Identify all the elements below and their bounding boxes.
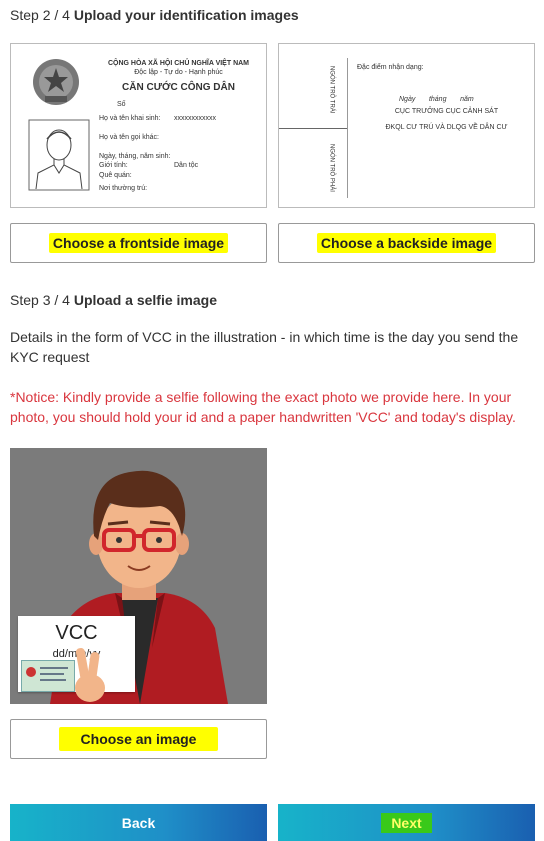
next-button-label: Next	[381, 812, 432, 833]
back-button[interactable]: Back	[10, 804, 267, 841]
vcc-sign-main: VCC	[55, 622, 98, 644]
front-dob: Ngày, tháng, năm sinh:	[99, 153, 171, 160]
portrait-sketch-icon	[28, 119, 90, 191]
choose-frontside-button[interactable]: Choose a frontside image	[10, 223, 267, 263]
finger-label-2: NGÓN TRỎ PHẢI	[328, 144, 335, 192]
national-emblem-icon	[33, 59, 79, 105]
finger-label-1: NGÓN TRỎ TRÁI	[328, 66, 335, 114]
selfie-illustration: VCC dd/mm/yy	[10, 448, 267, 704]
front-so: Số	[117, 101, 126, 108]
step3-prefix: Step 3 / 4	[10, 292, 70, 308]
back-authority1: CỤC TRƯỞNG CỤC CẢNH SÁT	[394, 108, 499, 115]
step2-title: Upload your identification images	[73, 7, 299, 23]
step3-heading: Step 3 / 4 Upload a selfie image	[10, 292, 217, 308]
front-residence: Nơi thường trú:	[99, 185, 148, 192]
holding-hand-icon	[75, 648, 105, 702]
back-vertical-divider	[347, 58, 348, 198]
choose-selfie-label: Choose an image	[58, 727, 219, 751]
notice-text: *Notice: Kindly provide a selfie followi…	[10, 389, 516, 425]
back-date-line: Ngày tháng năm	[399, 96, 474, 103]
front-id-sample: CỘNG HÒA XÃ HỘI CHỦ NGHĨA VIỆT NAM Độc l…	[10, 43, 267, 208]
front-card-title: CĂN CƯỚC CÔNG DÂN	[122, 82, 235, 93]
choose-backside-label: Choose a backside image	[316, 233, 497, 253]
fingerprint-divider	[279, 128, 347, 129]
step2-prefix: Step 2 / 4	[10, 7, 70, 23]
next-button[interactable]: Next	[278, 804, 535, 841]
choose-selfie-button[interactable]: Choose an image	[10, 719, 267, 759]
choose-frontside-label: Choose a frontside image	[48, 233, 229, 253]
back-id-sample: NGÓN TRỎ TRÁI NGÓN TRỎ PHẢI Đặc điểm nhậ…	[278, 43, 535, 208]
front-hometown: Quê quán:	[99, 172, 132, 179]
front-other-name: Họ và tên gọi khác:	[99, 134, 159, 141]
front-name-label: Họ và tên khai sinh:	[99, 115, 161, 122]
back-button-label: Back	[121, 814, 156, 831]
mini-id-card-icon	[21, 660, 75, 692]
details-text: Details in the form of VCC in the illust…	[10, 329, 519, 365]
front-name-value: xxxxxxxxxxxx	[174, 115, 216, 122]
back-features: Đặc điểm nhận dạng:	[357, 64, 424, 71]
step3-title: Upload a selfie image	[73, 292, 217, 308]
front-line2: Độc lập - Tự do - Hạnh phúc	[134, 69, 223, 76]
back-authority2: ĐKQL CƯ TRÚ VÀ DLQG VỀ DÂN CƯ	[385, 124, 508, 131]
step2-heading: Step 2 / 4 Upload your identification im…	[10, 7, 299, 23]
choose-backside-button[interactable]: Choose a backside image	[278, 223, 535, 263]
front-ethnicity: Dân tộc	[174, 162, 199, 169]
front-gender: Giới tính:	[99, 162, 128, 169]
front-line1: CỘNG HÒA XÃ HỘI CHỦ NGHĨA VIỆT NAM	[107, 60, 250, 67]
